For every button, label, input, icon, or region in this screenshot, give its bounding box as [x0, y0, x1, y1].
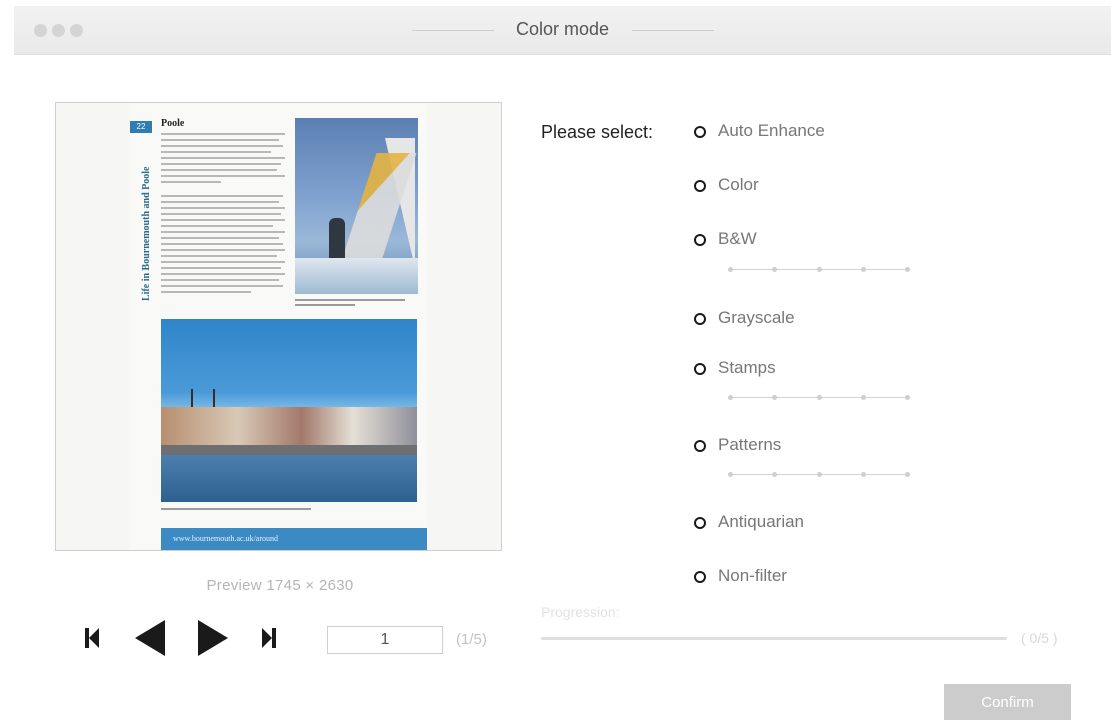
option-label: B&W	[718, 229, 757, 248]
last-page-button[interactable]	[262, 628, 272, 648]
skip-to-last-icon[interactable]	[272, 628, 276, 648]
harbour-photo	[161, 319, 417, 502]
option-label: Stamps	[718, 358, 776, 377]
windsurfer-photo	[295, 118, 418, 294]
progress-count: ( 0/5 )	[1021, 630, 1058, 646]
radio-circle-icon[interactable]	[694, 234, 706, 246]
option-label: Antiquarian	[718, 512, 805, 531]
page-side-title: Life in Bournemouth and Poole	[141, 166, 152, 301]
page-heading: Poole	[161, 118, 185, 129]
radio-circle-icon[interactable]	[694, 126, 706, 138]
progress-label: Progression:	[541, 604, 620, 620]
radio-circle-icon[interactable]	[694, 180, 706, 192]
radio-circle-icon[interactable]	[694, 313, 706, 325]
first-page-button[interactable]	[89, 628, 99, 648]
photo-caption-line	[295, 304, 355, 306]
option-label: Color	[718, 175, 759, 194]
bw-level-slider[interactable]	[728, 265, 910, 275]
page-number-input[interactable]	[327, 626, 443, 654]
photo-caption	[295, 299, 405, 301]
next-triangle-icon[interactable]	[198, 620, 228, 656]
confirm-button[interactable]: Confirm	[944, 684, 1071, 720]
harbour-caption	[161, 508, 311, 510]
option-label: Non-filter	[718, 566, 787, 585]
progress-bar	[541, 637, 1007, 640]
preview-dimensions-label: Preview 1745 × 2630	[206, 577, 354, 594]
stamps-level-slider[interactable]	[728, 393, 910, 403]
preview-panel: 22 Life in Bournemouth and Poole Poole w…	[55, 102, 502, 551]
radio-circle-icon[interactable]	[694, 440, 706, 452]
radio-circle-icon[interactable]	[694, 517, 706, 529]
option-label: Grayscale	[718, 308, 795, 327]
previous-triangle-icon[interactable]	[135, 620, 165, 656]
page-footer-banner: www.bournemouth.ac.uk/around	[161, 528, 427, 550]
select-prompt: Please select:	[541, 122, 654, 142]
scanned-page: 22 Life in Bournemouth and Poole Poole w…	[130, 103, 427, 550]
option-label: Patterns	[718, 435, 782, 454]
title-bar: Color mode	[14, 6, 1111, 55]
window-title: Color mode	[515, 19, 610, 39]
option-label: Auto Enhance	[718, 121, 825, 140]
radio-circle-icon[interactable]	[694, 363, 706, 375]
patterns-level-slider[interactable]	[728, 470, 910, 480]
radio-circle-icon[interactable]	[694, 571, 706, 583]
page-count-label: (1/5)	[456, 631, 487, 648]
